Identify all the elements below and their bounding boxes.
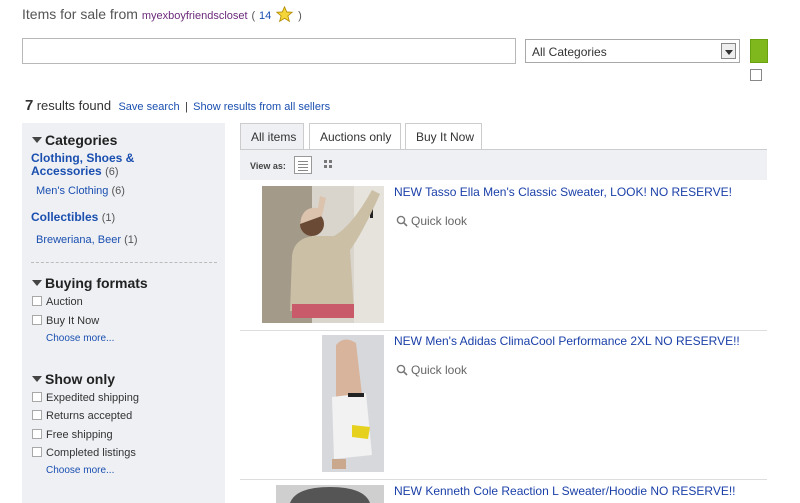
triangle-down-icon (32, 137, 42, 143)
tab-all-items[interactable]: All items (240, 123, 304, 150)
filter-returns-accepted[interactable]: Returns accepted (32, 410, 132, 424)
search-option-checkbox[interactable] (750, 69, 762, 81)
all-sellers-link[interactable]: Show results from all sellers (193, 101, 330, 113)
quick-look-link[interactable]: Quick look (396, 214, 467, 228)
results-summary: 7 results found Save search | Show resul… (25, 97, 330, 114)
list-item: NEW Tasso Ella Men's Classic Sweater, LO… (240, 180, 767, 330)
tab-buy-it-now[interactable]: Buy It Now (405, 123, 482, 150)
buying-formats-heading[interactable]: Buying formats (32, 275, 148, 291)
category-count: (1) (101, 212, 116, 224)
store-header: Items for sale from myexboyfriendscloset… (22, 6, 302, 23)
checkbox[interactable] (32, 392, 42, 402)
checkbox[interactable] (32, 315, 42, 325)
item-title-link[interactable]: NEW Men's Adidas ClimaCool Performance 2… (394, 334, 740, 348)
filter-auction[interactable]: Auction (32, 296, 83, 310)
feedback-close-paren: ) (298, 10, 302, 22)
category-select[interactable]: All Categories (525, 39, 740, 63)
search-input[interactable] (22, 38, 516, 64)
results-label: results found (36, 98, 112, 113)
search-go-button[interactable] (750, 39, 768, 63)
triangle-down-icon (32, 376, 42, 382)
checkbox[interactable] (32, 429, 42, 439)
filter-sidebar: Categories Clothing, Shoes & Accessories… (22, 123, 225, 503)
grid-view-icon[interactable] (324, 160, 334, 170)
subcategory-link-breweriana[interactable]: Breweriana, Beer (1) (36, 234, 138, 246)
chevron-down-icon[interactable] (721, 43, 736, 59)
star-icon (276, 6, 294, 23)
header-prefix: Items for sale from (22, 6, 138, 22)
view-toolbar: View as: (240, 150, 767, 180)
subcategory-count: (6) (111, 185, 125, 197)
triangle-down-icon (32, 280, 42, 286)
item-title-link[interactable]: NEW Kenneth Cole Reaction L Sweater/Hood… (394, 484, 736, 498)
view-as-label: View as: (250, 161, 286, 171)
category-link-collectibles[interactable]: Collectibles (1) (31, 211, 115, 225)
item-thumbnail[interactable] (262, 186, 384, 323)
filter-expedited-shipping[interactable]: Expedited shipping (32, 392, 139, 406)
item-thumbnail[interactable] (276, 485, 384, 503)
feedback-open-paren: ( (251, 10, 256, 22)
save-search-link[interactable]: Save search (118, 101, 179, 113)
feedback-score-link[interactable]: 14 (259, 10, 271, 22)
filter-buy-it-now[interactable]: Buy It Now (32, 315, 99, 329)
filter-free-shipping[interactable]: Free shipping (32, 429, 113, 443)
magnifier-icon (396, 364, 408, 376)
seller-name-link[interactable]: myexboyfriendscloset (142, 10, 248, 22)
item-title-link[interactable]: NEW Tasso Ella Men's Classic Sweater, LO… (394, 185, 732, 199)
tab-auctions-only[interactable]: Auctions only (309, 123, 401, 150)
magnifier-icon (396, 215, 408, 227)
filter-completed-listings[interactable]: Completed listings (32, 447, 136, 461)
category-select-value: All Categories (532, 45, 607, 59)
category-count: (6) (105, 166, 119, 178)
list-view-icon[interactable] (294, 156, 312, 174)
results-count: 7 (25, 97, 34, 114)
subcategory-count: (1) (124, 234, 138, 246)
quick-look-link[interactable]: Quick look (396, 363, 467, 377)
results-separator: | (184, 101, 188, 113)
category-link-clothing[interactable]: Clothing, Shoes & Accessories (6) (31, 152, 181, 179)
categories-heading[interactable]: Categories (32, 132, 117, 148)
list-item: NEW Men's Adidas ClimaCool Performance 2… (240, 331, 767, 479)
item-thumbnail[interactable] (322, 335, 384, 472)
subcategory-link-mens-clothing[interactable]: Men's Clothing (6) (36, 185, 125, 197)
show-only-choose-more-link[interactable]: Choose more... (46, 465, 114, 476)
checkbox[interactable] (32, 296, 42, 306)
checkbox[interactable] (32, 410, 42, 420)
list-item: NEW Kenneth Cole Reaction L Sweater/Hood… (240, 480, 767, 503)
buying-formats-choose-more-link[interactable]: Choose more... (46, 333, 114, 344)
show-only-heading[interactable]: Show only (32, 371, 115, 387)
checkbox[interactable] (32, 447, 42, 457)
sidebar-divider (31, 262, 217, 263)
